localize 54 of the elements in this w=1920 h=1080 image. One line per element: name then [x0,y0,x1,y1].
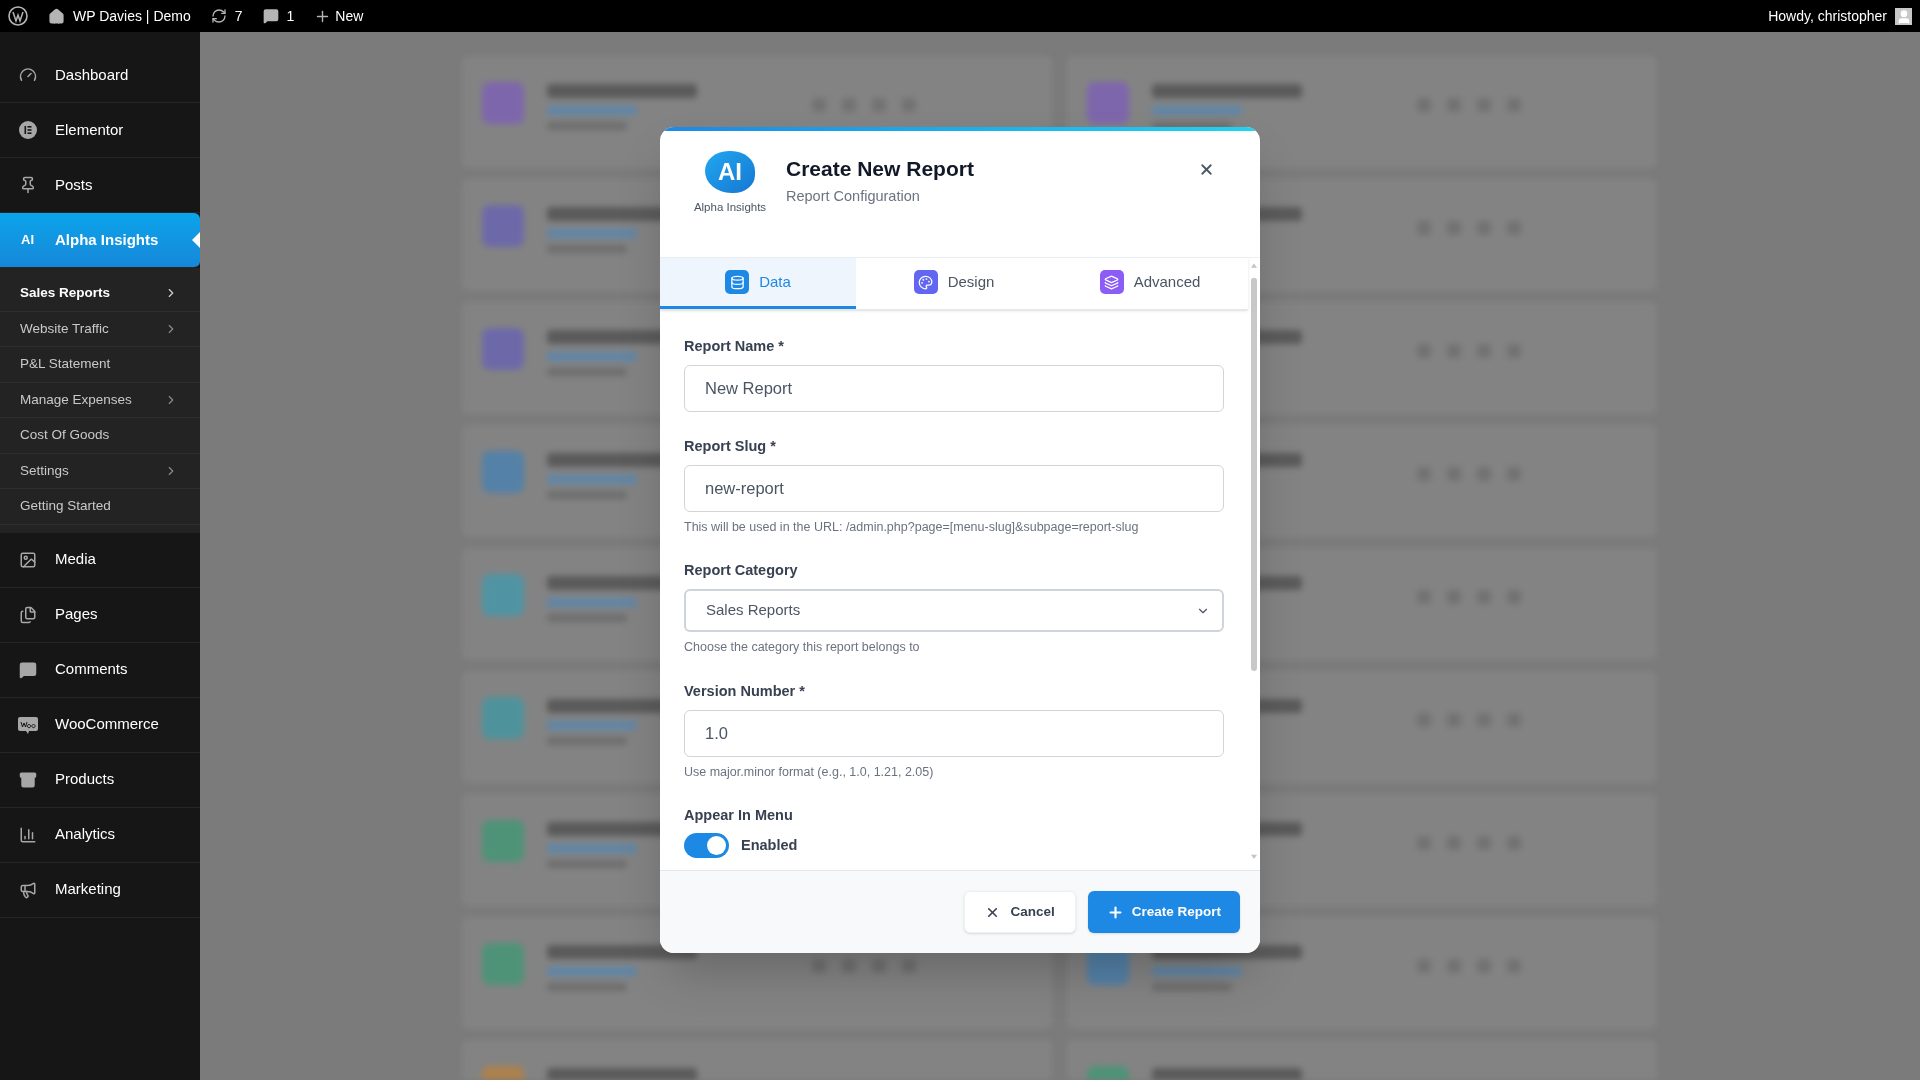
toggle-label: Enabled [741,835,798,855]
tab[interactable]: Design [856,258,1052,309]
text-field[interactable]: New Report [684,364,1224,412]
text-field[interactable]: new-report [684,464,1224,512]
help-text: Choose the category this report belongs to [684,639,921,656]
megaphone-icon [18,880,37,899]
layers-icon [1099,270,1124,294]
help-text: Use major.minor format (e.g., 1.0, 1.21, 2.05) [684,763,935,781]
comments-count[interactable]: 1 [286,5,295,27]
field-label: Appear In Menu [684,806,794,826]
updates-count[interactable]: 7 [234,5,243,27]
tab[interactable]: Advanced [1052,258,1248,309]
ai-label: AI [21,231,34,250]
ai-logo: AI [705,151,755,193]
modal-title: Create New Report [786,156,974,182]
comment-icon [18,660,37,679]
updates-icon[interactable] [210,8,227,24]
database-icon [725,270,750,294]
media-icon [18,550,37,569]
pages-icon [18,605,37,624]
cancel-button[interactable]: Cancel [964,891,1076,933]
create-report-button[interactable]: Create Report [1087,891,1240,933]
help-text: This will be used in the URL: /admin.php?page=[menu-slug]&subpage=report-slug [684,518,1140,536]
text-field[interactable]: 1.0 [684,709,1224,757]
new-link[interactable]: New [335,5,364,27]
submenu-item[interactable]: Getting Started [0,489,200,525]
toggle-switch[interactable] [684,833,729,858]
home-icon[interactable] [48,7,65,25]
elementor-icon [18,121,37,139]
submenu-item[interactable]: Cost Of Goods [0,418,200,454]
wordpress-logo-icon[interactable] [8,6,28,26]
site-name-link[interactable]: WP Davies | Demo [73,5,191,27]
plus-icon [1106,903,1124,921]
category-select[interactable]: Sales Reports [684,589,1224,632]
submenu-item[interactable]: Settings [0,453,200,489]
submenu-item[interactable]: P&L Statement [0,347,200,383]
submenu-item[interactable]: Website Traffic [0,311,200,347]
bar-chart-icon [18,825,37,844]
avatar-icon[interactable] [1895,7,1912,25]
palette-icon [913,270,938,294]
field-label: Report Name * [684,337,785,356]
field-label: Report Slug * [684,436,777,456]
greeting-link[interactable]: Howdy, christopher [1768,5,1887,27]
submenu-item[interactable]: Sales Reports [0,276,200,312]
brand-name: Alpha Insights [693,200,767,215]
submenu-item[interactable]: Manage Expenses [0,382,200,418]
woo-icon [16,715,39,734]
archive-icon [18,770,37,789]
current-arrow-icon [192,232,200,248]
comment-icon[interactable] [262,8,279,24]
field-label: Report Category [684,561,799,581]
field-label: Version Number * [684,681,806,701]
modal-subtitle: Report Configuration [786,186,921,206]
gauge-icon [18,66,37,84]
